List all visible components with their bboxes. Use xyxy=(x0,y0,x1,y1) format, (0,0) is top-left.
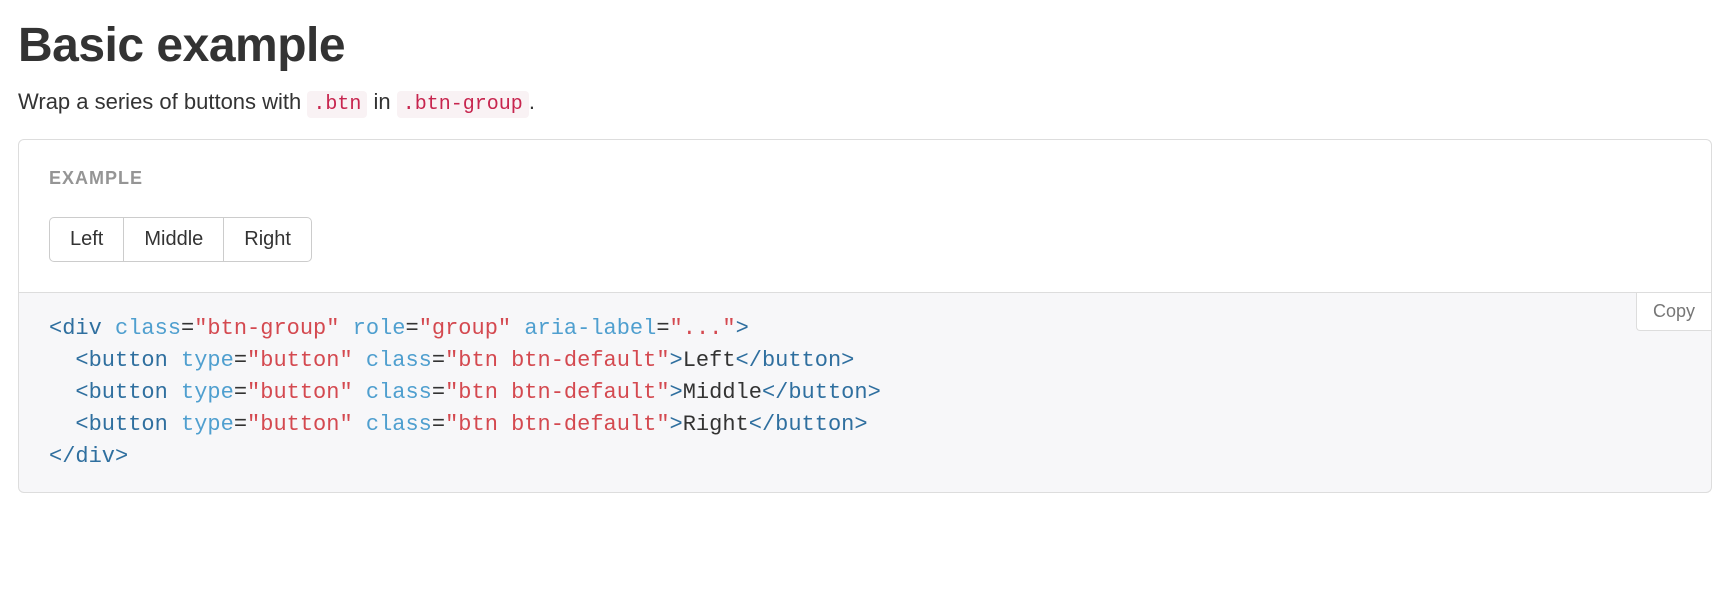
left-button[interactable]: Left xyxy=(49,217,124,262)
inline-code-btn-group: .btn-group xyxy=(397,91,529,118)
copy-button[interactable]: Copy xyxy=(1636,293,1711,331)
middle-button[interactable]: Middle xyxy=(123,217,224,262)
example-label: EXAMPLE xyxy=(49,168,1681,189)
code-panel: Copy <div class="btn-group" role="group"… xyxy=(18,293,1712,493)
section-heading: Basic example xyxy=(18,18,1712,73)
intro-text-after: . xyxy=(529,89,535,114)
button-group: Left Middle Right xyxy=(49,217,312,262)
intro-text-mid: in xyxy=(367,89,396,114)
code-block: <div class="btn-group" role="group" aria… xyxy=(49,313,1681,472)
example-box: EXAMPLE Left Middle Right xyxy=(18,139,1712,293)
right-button[interactable]: Right xyxy=(223,217,312,262)
inline-code-btn: .btn xyxy=(307,91,367,118)
intro-text-before: Wrap a series of buttons with xyxy=(18,89,307,114)
intro-paragraph: Wrap a series of buttons with .btn in .b… xyxy=(18,87,1712,119)
